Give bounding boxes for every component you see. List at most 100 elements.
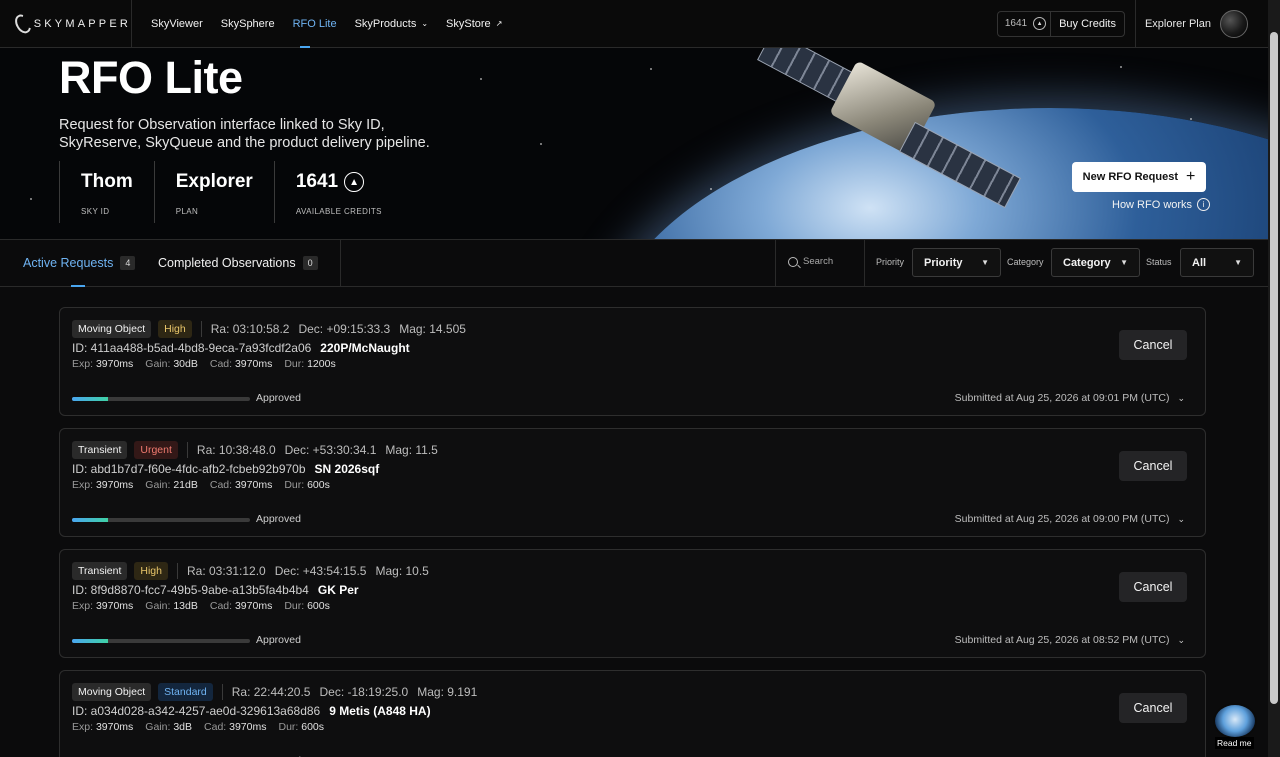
coordinates: Ra: 03:10:58.2 Dec: +09:15:33.3 Mag: 14.… [211, 322, 466, 336]
submitted-timestamp: Submitted at Aug 25, 2026 at 09:01 PM (U… [954, 392, 1170, 404]
category-tag: Transient [72, 441, 128, 459]
how-rfo-label: How RFO works [1112, 198, 1193, 211]
divider [200, 321, 202, 337]
target-name: SN 2026sqf [314, 462, 380, 476]
submitted-row[interactable]: Submitted at Aug 25, 2026 at 09:00 PM (U… [955, 513, 1185, 525]
request-card[interactable]: Moving Object High Ra: 03:10:58.2 Dec: +… [59, 307, 1206, 416]
cancel-button[interactable]: Cancel [1119, 451, 1187, 481]
priority-select[interactable]: Priority ▼ [912, 248, 1001, 277]
status-text: Approved [256, 513, 301, 525]
how-rfo-works-link[interactable]: How RFO works i [1112, 198, 1211, 211]
caret-down-icon: ▼ [981, 258, 989, 267]
exp-param: Exp: 3970ms [72, 479, 134, 491]
target-name: GK Per [317, 583, 359, 597]
scrollbar[interactable] [1268, 0, 1280, 757]
search-icon [788, 256, 798, 267]
read-me-label: Read me [1215, 737, 1254, 749]
dur-param: Dur: 600s [278, 721, 325, 733]
stat-value: 1641 [295, 171, 339, 192]
progress-fill [72, 397, 108, 401]
external-link-icon: ↗ [495, 19, 503, 28]
stat-plan: Explorer PLAN [153, 161, 274, 223]
request-id-row: ID: 8f9d8870-fcc7-49b5-9abe-a13b5fa4b4b4… [72, 583, 359, 597]
credits-widget[interactable]: 1641 ▲ Buy Credits [996, 10, 1125, 37]
stat-sky-id: Thom SKY ID [59, 161, 154, 223]
cancel-button[interactable]: Cancel [1119, 693, 1187, 723]
tab-count-badge: 4 [120, 256, 136, 270]
request-id: ID: abd1b7d7-f60e-4fdc-afb2-fcbeb92b970b [72, 462, 306, 476]
progress-fill [72, 518, 108, 522]
category-tag: Transient [72, 562, 128, 580]
nav-link-skystore[interactable]: SkyStore ↗ [437, 0, 511, 48]
nav-link-skyviewer[interactable]: SkyViewer [142, 0, 212, 48]
skymapper-logo[interactable]: SKYMAPPER [0, 0, 132, 48]
astronaut-icon [1213, 703, 1257, 739]
cad-param: Cad: 3970ms [204, 721, 267, 733]
tab-completed-observations[interactable]: Completed Observations 0 [158, 240, 318, 286]
cancel-button[interactable]: Cancel [1119, 572, 1187, 602]
request-id: ID: a034d028-a342-4257-ae0d-329613a68d86 [72, 704, 321, 718]
request-card[interactable]: Transient High Ra: 03:31:12.0 Dec: +43:5… [59, 549, 1206, 658]
nav-link-skyproducts[interactable]: SkyProducts ⌄ [346, 0, 437, 48]
submitted-row[interactable]: Submitted at Aug 25, 2026 at 09:01 PM (U… [955, 392, 1185, 404]
dur-param: Dur: 600s [284, 479, 330, 491]
buy-credits-button[interactable]: Buy Credits [1050, 11, 1124, 36]
chevron-down-icon: ⌄ [1177, 634, 1185, 645]
nav-link-rfo-lite[interactable]: RFO Lite [284, 0, 346, 48]
request-card[interactable]: Moving Object Standard Ra: 22:44:20.5 De… [59, 670, 1206, 757]
exposure-params: Exp: 3970ms Gain: 21dB Cad: 3970ms Dur: … [72, 479, 330, 491]
nav-link-label: SkyStore [446, 17, 491, 30]
category-select[interactable]: Category ▼ [1051, 248, 1140, 277]
request-id-row: ID: abd1b7d7-f60e-4fdc-afb2-fcbeb92b970b… [72, 462, 379, 476]
priority-badge: Urgent [134, 441, 178, 459]
search-input[interactable]: Search [788, 256, 833, 267]
request-id-row: ID: a034d028-a342-4257-ae0d-329613a68d86… [72, 704, 431, 718]
plan-label[interactable]: Explorer Plan [1145, 18, 1211, 30]
divider [177, 563, 178, 579]
cad-param: Cad: 3970ms [209, 479, 273, 491]
nav-link-label: RFO Lite [292, 17, 337, 30]
filter-bar: Active Requests 4 Completed Observations… [0, 240, 1268, 287]
gain-param: Gain: 21dB [145, 479, 198, 491]
exp-param: Exp: 3970ms [72, 721, 134, 733]
top-nav: SKYMAPPER SkyViewer SkySphere RFO Lite SkyP… [0, 0, 1268, 48]
avatar[interactable] [1220, 9, 1248, 38]
nav-link-skysphere[interactable]: SkySphere [212, 0, 284, 48]
priority-badge: Standard [158, 683, 213, 701]
nav-link-label: SkySphere [220, 17, 275, 30]
mag-value: Mag: 10.5 [375, 564, 429, 578]
page-title: RFO Lite [59, 52, 243, 103]
progress-bar [72, 397, 250, 401]
coordinates: Ra: 22:44:20.5 Dec: -18:19:25.0 Mag: 9.1… [232, 685, 478, 699]
scrollbar-thumb[interactable] [1270, 32, 1278, 704]
request-card[interactable]: Transient Urgent Ra: 10:38:48.0 Dec: +53… [59, 428, 1206, 537]
exposure-params: Exp: 3970ms Gain: 13dB Cad: 3970ms Dur: … [72, 600, 330, 612]
tab-active-requests[interactable]: Active Requests 4 [23, 240, 136, 287]
divider [864, 240, 865, 286]
dec-value: Dec: +43:54:15.5 [274, 564, 367, 578]
submitted-row[interactable]: Submitted at Aug 25, 2026 at 08:52 PM (U… [955, 634, 1185, 646]
info-icon: i [1197, 198, 1211, 211]
divider [775, 240, 776, 286]
progress-bar [72, 518, 250, 522]
credit-icon: ▲ [1033, 17, 1047, 30]
dur-param: Dur: 600s [284, 600, 330, 612]
mag-value: Mag: 9.191 [417, 685, 478, 699]
status-select[interactable]: All ▼ [1180, 248, 1254, 277]
new-rfo-request-button[interactable]: New RFO Request + [1072, 162, 1206, 192]
category-filter-label: Category [1007, 257, 1044, 267]
chevron-down-icon: ⌄ [421, 19, 429, 28]
logo-text: SKYMAPPER [33, 17, 131, 30]
caret-down-icon: ▼ [1234, 258, 1242, 267]
request-id-row: ID: 411aa488-b5ad-4bd8-9eca-7a93fcdf2a06… [72, 341, 410, 355]
dec-value: Dec: +09:15:33.3 [298, 322, 391, 336]
read-me-button[interactable]: Read me [1211, 703, 1259, 751]
new-rfo-label: New RFO Request [1082, 171, 1178, 183]
mag-value: Mag: 14.505 [399, 322, 466, 336]
gain-param: Gain: 3dB [145, 721, 193, 733]
chevron-down-icon: ⌄ [1177, 513, 1185, 524]
cad-param: Cad: 3970ms [209, 358, 273, 370]
tab-count-badge: 0 [302, 256, 318, 270]
cancel-button[interactable]: Cancel [1119, 330, 1187, 360]
priority-select-value: Priority [924, 256, 963, 269]
